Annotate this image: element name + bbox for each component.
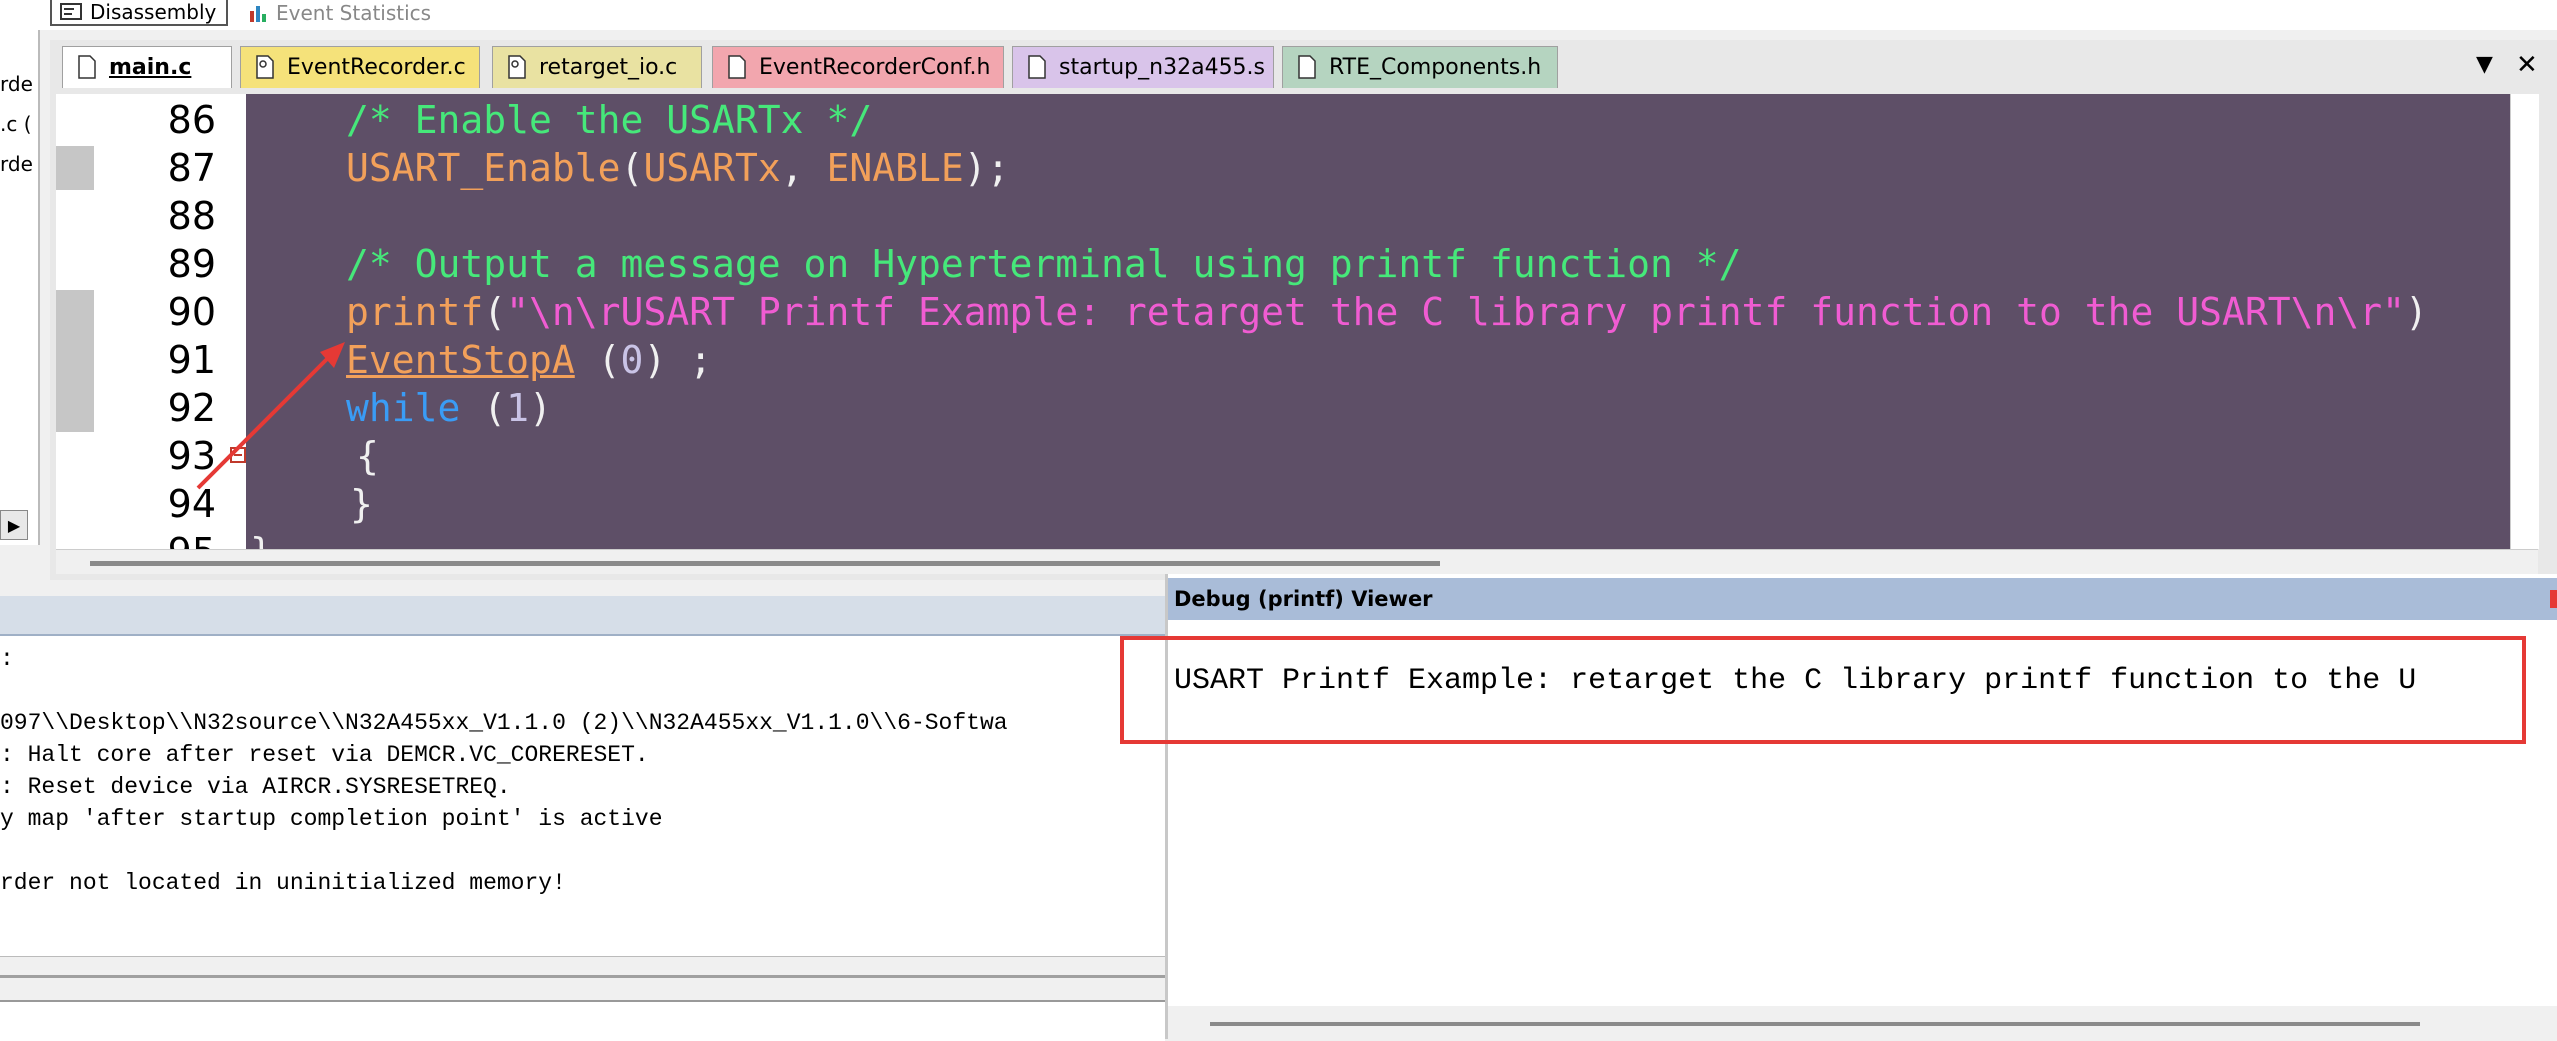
tab-label: startup_n32a455.s — [1059, 55, 1266, 80]
line-number: 87 — [167, 146, 216, 190]
tab-eventrecorder-c[interactable]: EventRecorder.c — [240, 46, 480, 88]
code-line-95: } — [250, 530, 273, 549]
editor-scroll-thumb[interactable] — [90, 561, 1440, 566]
punctuation: , — [780, 146, 827, 190]
window-edge-marker — [2550, 590, 2557, 608]
output-line: : Halt core after reset via DEMCR.VC_COR… — [0, 742, 649, 768]
debug-viewer-title: Debug (printf) Viewer — [1168, 578, 2557, 620]
code-line-91: EventStopA (0) ; — [346, 338, 712, 382]
output-line: : Reset device via AIRCR.SYSRESETREQ. — [0, 774, 511, 800]
output-scroll-thumb[interactable] — [0, 975, 1165, 978]
project-item-fragment[interactable]: rde — [0, 72, 33, 96]
tab-disassembly-label: Disassembly — [90, 0, 217, 24]
tab-label: retarget_io.c — [539, 55, 678, 80]
code-line-92: while (1) — [346, 386, 552, 430]
project-pane-fragment — [0, 30, 40, 545]
punctuation: ( — [460, 386, 507, 430]
file-icon — [728, 55, 746, 79]
string-literal: "\n\rUSART Printf Example: retarget the … — [506, 290, 2406, 334]
code-line-87: USART_Enable(USARTx, ENABLE); — [346, 146, 1010, 190]
code-line-90: printf("\n\rUSART Printf Example: retarg… — [346, 290, 2510, 334]
output-line: rder not located in uninitialized memory… — [0, 870, 566, 896]
output-line: : — [0, 646, 14, 672]
tab-rte-components-h[interactable]: RTE_Components.h — [1282, 46, 1558, 88]
tab-retarget-io-c[interactable]: retarget_io.c — [492, 46, 702, 88]
tab-label: EventRecorder.c — [287, 55, 466, 80]
number-literal: 1 — [506, 386, 530, 430]
disassembly-icon — [60, 3, 82, 20]
project-item-fragment[interactable]: rde — [0, 152, 33, 176]
file-icon — [1028, 55, 1046, 79]
c-file-gear-icon — [256, 55, 274, 79]
tab-event-statistics-label: Event Statistics — [276, 1, 432, 25]
output-horizontal-scrollbar[interactable] — [0, 956, 1165, 1001]
scroll-right-arrow-icon[interactable]: ▶ — [0, 510, 28, 540]
line-number: 86 — [167, 98, 216, 142]
project-item-fragment[interactable]: .c ( — [0, 112, 32, 136]
editor-vertical-scrollbar[interactable] — [2510, 94, 2539, 549]
punctuation: ( — [620, 146, 644, 190]
tab-label: EventRecorderConf.h — [759, 55, 991, 80]
tab-startup-n32a455-s[interactable]: startup_n32a455.s — [1012, 46, 1274, 88]
argument: USARTx — [643, 146, 781, 190]
tab-label: main.c — [109, 55, 192, 80]
line-number: 95 — [56, 530, 216, 549]
build-output-header — [0, 596, 1165, 636]
c-file-gear-icon — [508, 55, 526, 79]
file-icon — [1298, 55, 1316, 79]
output-line: y map 'after startup completion point' i… — [0, 806, 663, 832]
tab-eventrecorderconf-h[interactable]: EventRecorderConf.h — [712, 46, 1004, 88]
punctuation: ); — [963, 146, 1010, 190]
punctuation: ) — [529, 386, 552, 430]
tab-main-c[interactable]: main.c — [62, 46, 232, 88]
close-tab-icon[interactable]: ✕ — [2516, 50, 2538, 80]
bar-chart-icon — [250, 6, 266, 22]
tab-event-statistics[interactable]: Event Statistics — [240, 0, 450, 26]
annotation-highlight-box — [1120, 636, 2526, 744]
tab-label: RTE_Components.h — [1329, 55, 1542, 80]
punctuation: ( — [574, 338, 621, 382]
code-line-89: /* Output a message on Hyperterminal usi… — [346, 242, 1742, 286]
debug-viewer-scroll-thumb[interactable] — [1210, 1022, 2420, 1026]
file-icon — [78, 55, 96, 79]
function-call: USART_Enable — [346, 146, 621, 190]
annotation-arrow — [196, 342, 345, 490]
function-call[interactable]: EventStopA — [346, 338, 575, 382]
number-literal: 0 — [620, 338, 644, 382]
function-call: printf — [346, 290, 484, 334]
argument: ENABLE — [826, 146, 964, 190]
line-number: 88 — [167, 194, 216, 238]
tab-disassembly[interactable]: Disassembly — [50, 0, 228, 26]
line-number: 90 — [167, 290, 216, 334]
output-line: 097\\Desktop\\N32source\\N32A455xx_V1.1.… — [0, 710, 1008, 736]
punctuation: ) — [2405, 290, 2428, 334]
line-number: 89 — [167, 242, 216, 286]
tab-list-dropdown-icon[interactable]: ▼ — [2476, 52, 2493, 77]
code-line-86: /* Enable the USARTx */ — [346, 98, 873, 142]
punctuation: ) ; — [643, 338, 713, 382]
punctuation: ( — [483, 290, 507, 334]
command-input-area[interactable] — [0, 1000, 1165, 1041]
